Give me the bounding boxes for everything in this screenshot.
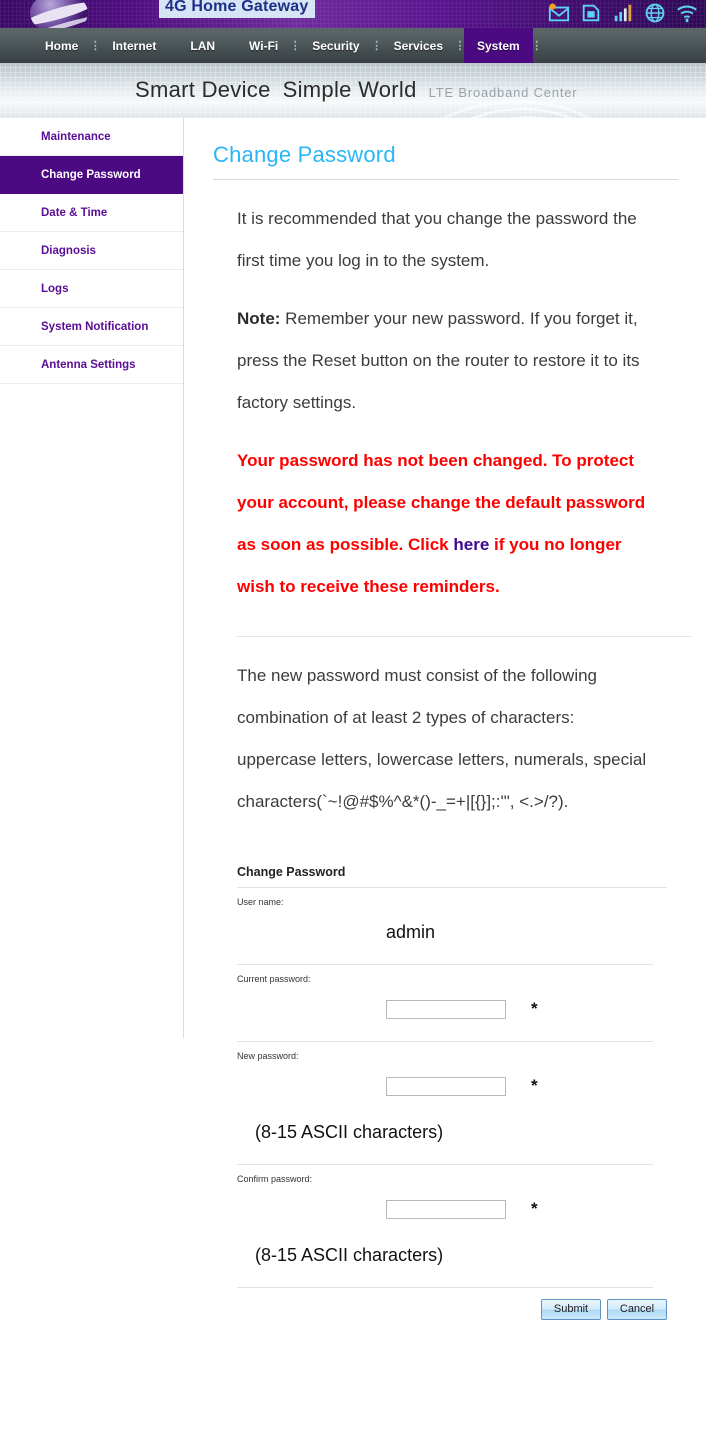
password-warning: Your password has not been changed. To p… — [237, 440, 653, 624]
sidebar-item-change-password[interactable]: Change Password — [0, 156, 183, 194]
form-row-new-password: New password: * (8-15 ASCII characters) — [237, 1042, 653, 1165]
nav-separator: ⋮ — [371, 40, 383, 52]
confirm-password-length-hint: (8-15 ASCII characters) — [255, 1245, 444, 1265]
note-paragraph: Note: Remember your new password. If you… — [237, 298, 653, 440]
note-label: Note: — [237, 309, 281, 328]
nav-item-list: Home ⋮ Internet LAN Wi-Fi ⋮ Security ⋮ S… — [0, 28, 706, 63]
confirm-password-input[interactable] — [386, 1199, 506, 1219]
nav-separator: ⋮ — [289, 40, 301, 52]
current-password-input[interactable] — [386, 999, 506, 1019]
form-row-username: User name: admin — [237, 888, 653, 965]
nav-item-system[interactable]: System — [464, 28, 533, 63]
nav-separator: ⋮ — [531, 40, 543, 52]
nav-separator — [228, 28, 236, 63]
banner-subslogan: LTE Broadband Center — [428, 85, 578, 100]
content-text-block: It is recommended that you change the pa… — [184, 180, 692, 839]
cancel-button[interactable]: Cancel — [607, 1299, 667, 1320]
submit-button[interactable]: Submit — [541, 1299, 601, 1320]
main-navigation-bar: Home ⋮ Internet LAN Wi-Fi ⋮ Security ⋮ S… — [0, 28, 706, 63]
top-header-bar: 4G Home Gateway — [0, 0, 706, 28]
sidebar-item-maintenance[interactable]: Maintenance — [0, 118, 183, 156]
username-value: admin — [386, 922, 436, 942]
note-text: Remember your new password. If you forge… — [237, 309, 640, 412]
nav-item-internet[interactable]: Internet — [99, 28, 169, 63]
banner-slogan-primary: Smart Device — [135, 77, 271, 102]
required-asterisk: * — [531, 1076, 538, 1095]
nav-item-security[interactable]: Security — [299, 28, 372, 63]
new-password-label: New password: — [237, 1051, 299, 1061]
new-password-length-hint: (8-15 ASCII characters) — [255, 1122, 444, 1142]
nav-item-services[interactable]: Services — [381, 28, 456, 63]
main-content: Change Password It is recommended that y… — [184, 118, 706, 1320]
required-asterisk: * — [531, 999, 538, 1018]
required-asterisk: * — [531, 1199, 538, 1218]
wifi-icon[interactable] — [676, 2, 698, 24]
nav-separator: ⋮ — [454, 40, 466, 52]
sidebar-item-diagnosis[interactable]: Diagnosis — [0, 232, 183, 270]
internet-globe-icon[interactable] — [644, 2, 666, 24]
new-password-input[interactable] — [386, 1076, 506, 1096]
page-title: Change Password — [213, 142, 396, 167]
username-value-row: admin — [237, 909, 653, 955]
sidebar-item-date-time[interactable]: Date & Time — [0, 194, 183, 232]
telecom-globe-logo — [30, 0, 88, 28]
change-password-form: Change Password User name: admin Current… — [184, 839, 667, 1320]
intro-paragraph: It is recommended that you change the pa… — [237, 209, 637, 270]
gateway-title: 4G Home Gateway — [159, 0, 315, 18]
form-row-confirm-password: Confirm password: * (8-15 ASCII characte… — [237, 1165, 653, 1288]
nav-separator: ⋮ — [89, 40, 101, 52]
page-body: Maintenance Change Password Date & Time … — [0, 118, 706, 1432]
sim-card-icon[interactable] — [580, 2, 602, 24]
confirm-password-row: * (8-15 ASCII characters) — [237, 1186, 653, 1278]
nav-separator — [169, 28, 177, 63]
current-password-label: Current password: — [237, 974, 311, 984]
new-password-row: * (8-15 ASCII characters) — [237, 1063, 653, 1155]
signal-strength-icon[interactable] — [612, 2, 634, 24]
nav-item-lan[interactable]: LAN — [177, 28, 228, 63]
system-sidebar: Maintenance Change Password Date & Time … — [0, 118, 184, 1038]
form-row-current-password: Current password: * — [237, 965, 653, 1042]
form-heading: Change Password — [237, 865, 346, 879]
brand-banner: Smart Device Simple World LTE Broadband … — [0, 63, 706, 118]
banner-text-group: Smart Device Simple World LTE Broadband … — [135, 77, 577, 103]
dismiss-reminder-link[interactable]: here — [453, 535, 489, 554]
sidebar-item-system-notification[interactable]: System Notification — [0, 308, 183, 346]
password-requirements: The new password must consist of the fol… — [237, 666, 647, 811]
sidebar-item-antenna-settings[interactable]: Antenna Settings — [0, 346, 183, 384]
banner-slogan-secondary: Simple World — [282, 77, 417, 102]
sidebar-item-logs[interactable]: Logs — [0, 270, 183, 308]
current-password-row: * — [237, 986, 653, 1032]
sms-message-icon[interactable] — [548, 2, 570, 24]
status-icon-tray — [548, 2, 698, 24]
nav-item-wifi[interactable]: Wi-Fi — [236, 28, 291, 63]
username-label: User name: — [237, 897, 284, 907]
nav-item-home[interactable]: Home — [32, 28, 91, 63]
form-button-row: Submit Cancel — [237, 1288, 667, 1320]
confirm-password-label: Confirm password: — [237, 1174, 313, 1184]
